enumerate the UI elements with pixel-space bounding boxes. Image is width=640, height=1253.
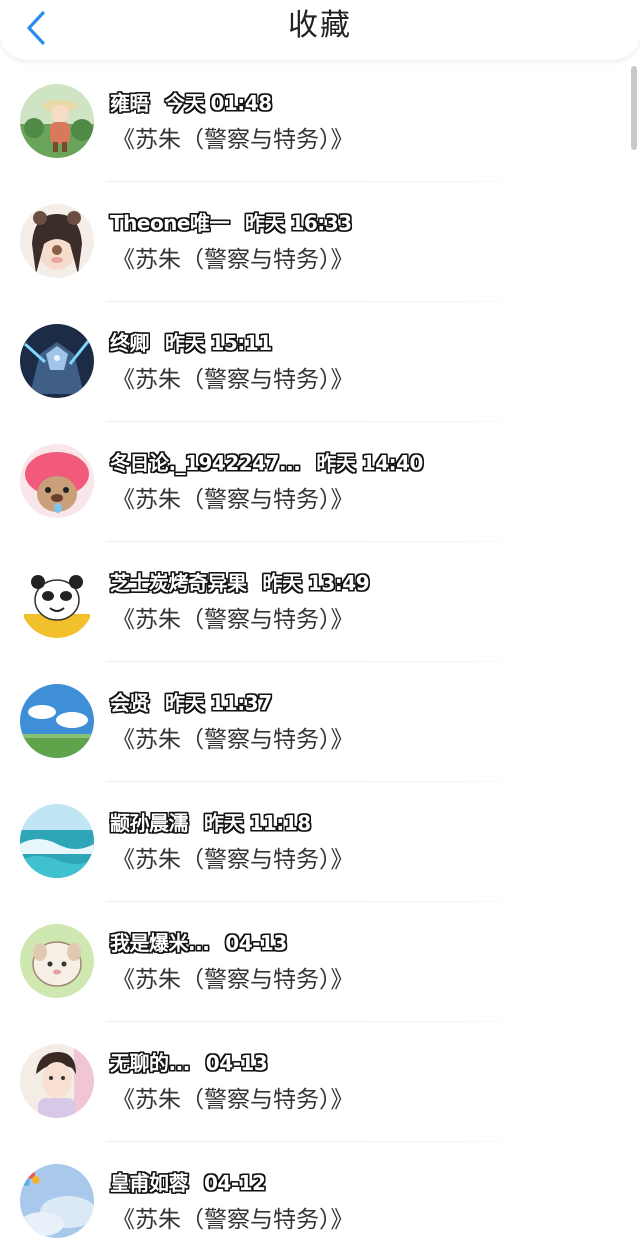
list-item[interactable]: 芝士炭烤奇异果 昨天 13:49 《苏朱（警察与特务）》 — [0, 542, 640, 662]
list-item[interactable]: 冬日论._1942247... 昨天 14:40 《苏朱（警察与特务）》 — [0, 422, 640, 542]
user-name: 雍晤 — [110, 91, 150, 115]
favorite-title[interactable]: 《苏朱（警察与特务）》 — [112, 244, 354, 276]
favorites-list: 雍晤 今天 01:48 《苏朱（警察与特务）》 Theone唯一 昨天 16:33 — [0, 62, 640, 1253]
favorite-title[interactable]: 《苏朱（警察与特务）》 — [112, 1084, 354, 1116]
favorite-title[interactable]: 《苏朱（警察与特务）》 — [112, 604, 354, 636]
list-item[interactable]: 颛孙晨濡 昨天 11:18 《苏朱（警察与特务）》 — [0, 782, 640, 902]
user-name: 会贤 — [110, 691, 150, 715]
user-name: 芝士炭烤奇异果 — [110, 571, 247, 595]
avatar[interactable] — [20, 84, 94, 158]
avatar[interactable] — [20, 684, 94, 758]
user-name: 冬日论._1942247... — [110, 451, 301, 475]
timestamp: 昨天 15:11 — [165, 331, 272, 355]
favorite-title[interactable]: 《苏朱（警察与特务）》 — [112, 1204, 354, 1236]
user-name: 终卿 — [110, 331, 150, 355]
avatar[interactable] — [20, 924, 94, 998]
timestamp: 04-13 — [225, 931, 287, 955]
list-item[interactable]: 终卿 昨天 15:11 《苏朱（警察与特务）》 — [0, 302, 640, 422]
list-item[interactable]: 我是爆米... 04-13 《苏朱（警察与特务）》 — [0, 902, 640, 1022]
timestamp: 昨天 11:37 — [165, 691, 272, 715]
list-item[interactable]: Theone唯一 昨天 16:33 《苏朱（警察与特务）》 — [0, 182, 640, 302]
user-name: 无聊的... — [110, 1051, 190, 1075]
favorite-title[interactable]: 《苏朱（警察与特务）》 — [112, 364, 354, 396]
favorite-title[interactable]: 《苏朱（警察与特务）》 — [112, 484, 354, 516]
avatar[interactable] — [20, 324, 94, 398]
top-bar: 收藏 — [0, 0, 640, 60]
page-title: 收藏 — [288, 8, 352, 43]
timestamp: 昨天 11:18 — [204, 811, 311, 835]
list-item[interactable]: 会贤 昨天 11:37 《苏朱（警察与特务）》 — [0, 662, 640, 782]
favorites-screen: 收藏 雍晤 今天 01:48 《苏朱（警察与特务）》 Theone唯一 昨天 1… — [0, 0, 640, 1253]
avatar[interactable] — [20, 1164, 94, 1238]
user-name: 皇甫如蓉 — [110, 1171, 189, 1195]
list-item[interactable]: 皇甫如蓉 04-12 《苏朱（警察与特务）》 — [0, 1142, 640, 1253]
avatar[interactable] — [20, 804, 94, 878]
timestamp: 今天 01:48 — [165, 91, 272, 115]
timestamp: 04-13 — [205, 1051, 268, 1075]
timestamp: 04-12 — [204, 1171, 266, 1195]
scrollbar[interactable] — [631, 66, 637, 150]
timestamp: 昨天 14:40 — [316, 451, 423, 475]
timestamp: 昨天 13:49 — [262, 571, 370, 595]
avatar[interactable] — [20, 564, 94, 638]
list-item[interactable]: 雍晤 今天 01:48 《苏朱（警察与特务）》 — [0, 62, 640, 182]
user-name: 颛孙晨濡 — [110, 811, 189, 835]
user-name: 我是爆米... — [110, 931, 210, 955]
avatar[interactable] — [20, 444, 94, 518]
favorite-title[interactable]: 《苏朱（警察与特务）》 — [112, 124, 354, 156]
avatar[interactable] — [20, 204, 94, 278]
user-name: Theone唯一 — [110, 211, 230, 235]
avatar[interactable] — [20, 1044, 94, 1118]
favorite-title[interactable]: 《苏朱（警察与特务）》 — [112, 724, 354, 756]
list-item[interactable]: 无聊的... 04-13 《苏朱（警察与特务）》 — [0, 1022, 640, 1142]
timestamp: 昨天 16:33 — [245, 211, 352, 235]
favorite-title[interactable]: 《苏朱（警察与特务）》 — [112, 964, 354, 996]
favorite-title[interactable]: 《苏朱（警察与特务）》 — [112, 844, 354, 876]
